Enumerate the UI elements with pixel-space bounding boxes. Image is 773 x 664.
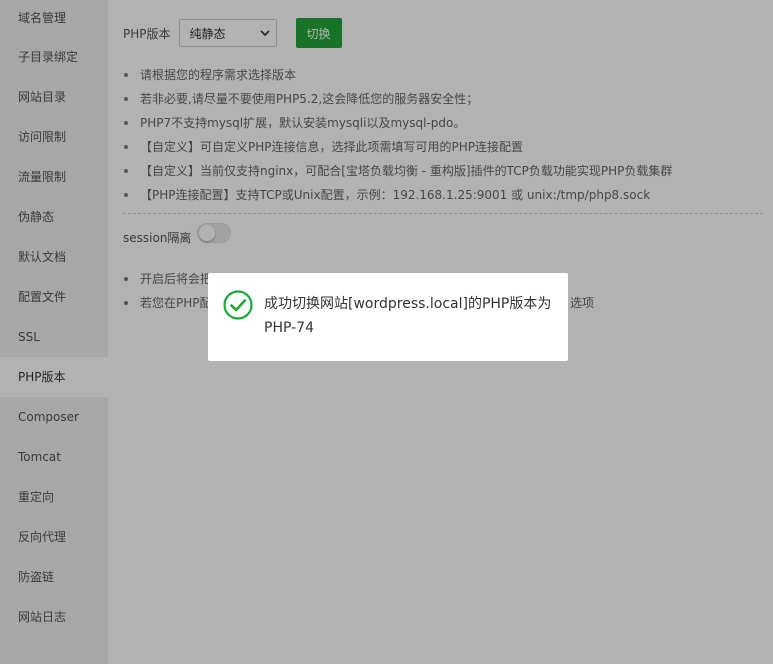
toast-message: 成功切换网站[wordpress.local]的PHP版本为PHP-74 <box>264 296 552 336</box>
check-circle-icon <box>222 289 254 321</box>
success-toast: 成功切换网站[wordpress.local]的PHP版本为PHP-74 <box>208 273 568 361</box>
